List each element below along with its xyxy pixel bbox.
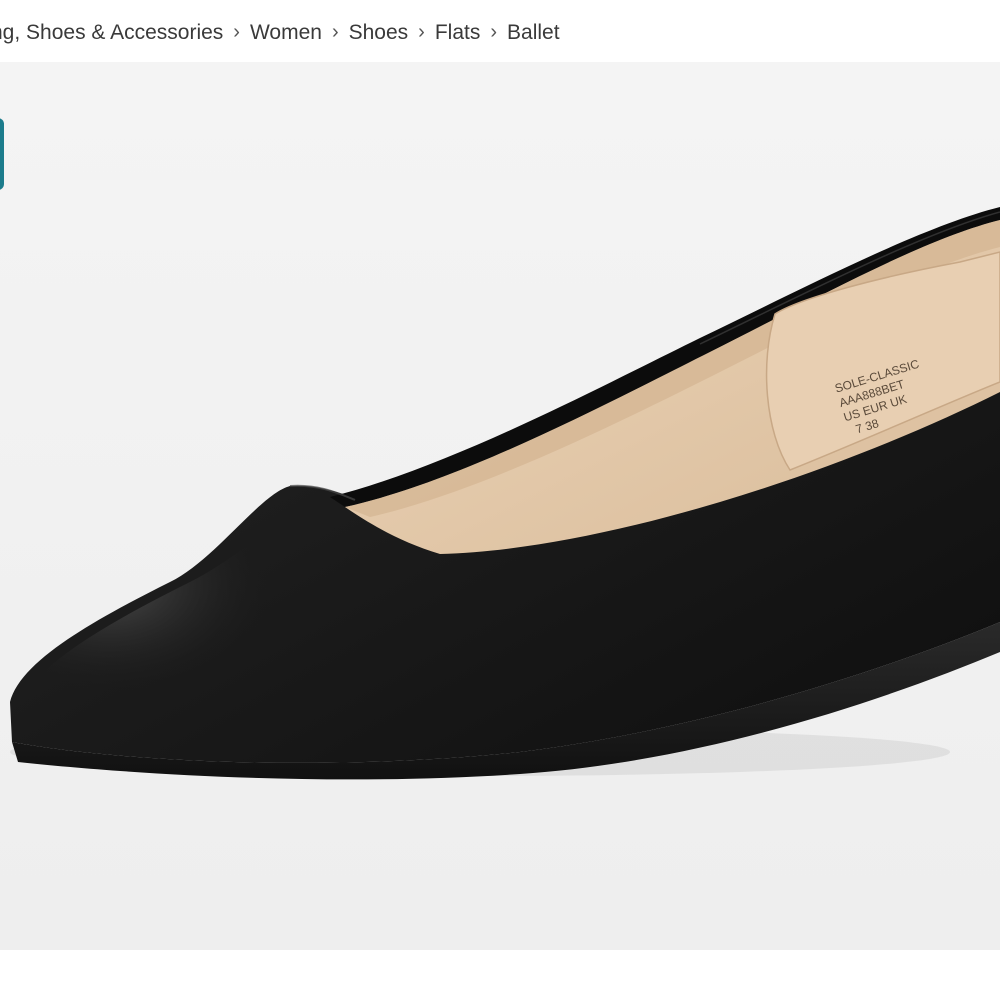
product-photo-black-ballet-flat: SOLE-CLASSIC AAA888BET US EUR UK 7 38 [0, 62, 1000, 950]
product-page: ng, Shoes & Accessories › Women › Shoes … [0, 0, 1000, 1000]
breadcrumb-item-flats[interactable]: Flats [435, 21, 481, 45]
breadcrumb-item-ballet[interactable]: Ballet [507, 21, 560, 45]
page-bottom-strip [0, 950, 1000, 1000]
chevron-right-icon: › [233, 20, 240, 43]
chevron-right-icon: › [331, 20, 339, 43]
breadcrumb: ng, Shoes & Accessories › Women › Shoes … [0, 14, 560, 52]
breadcrumb-item-shoes[interactable]: Shoes [349, 21, 409, 45]
breadcrumb-item-women[interactable]: Women [250, 21, 322, 45]
image-nav-tab[interactable] [0, 118, 4, 190]
chevron-right-icon: › [490, 20, 498, 43]
product-image[interactable]: SOLE-CLASSIC AAA888BET US EUR UK 7 38 [0, 62, 1000, 950]
chevron-right-icon: › [418, 20, 425, 43]
breadcrumb-item-clothing-shoes-accessories[interactable]: ng, Shoes & Accessories [0, 21, 223, 45]
